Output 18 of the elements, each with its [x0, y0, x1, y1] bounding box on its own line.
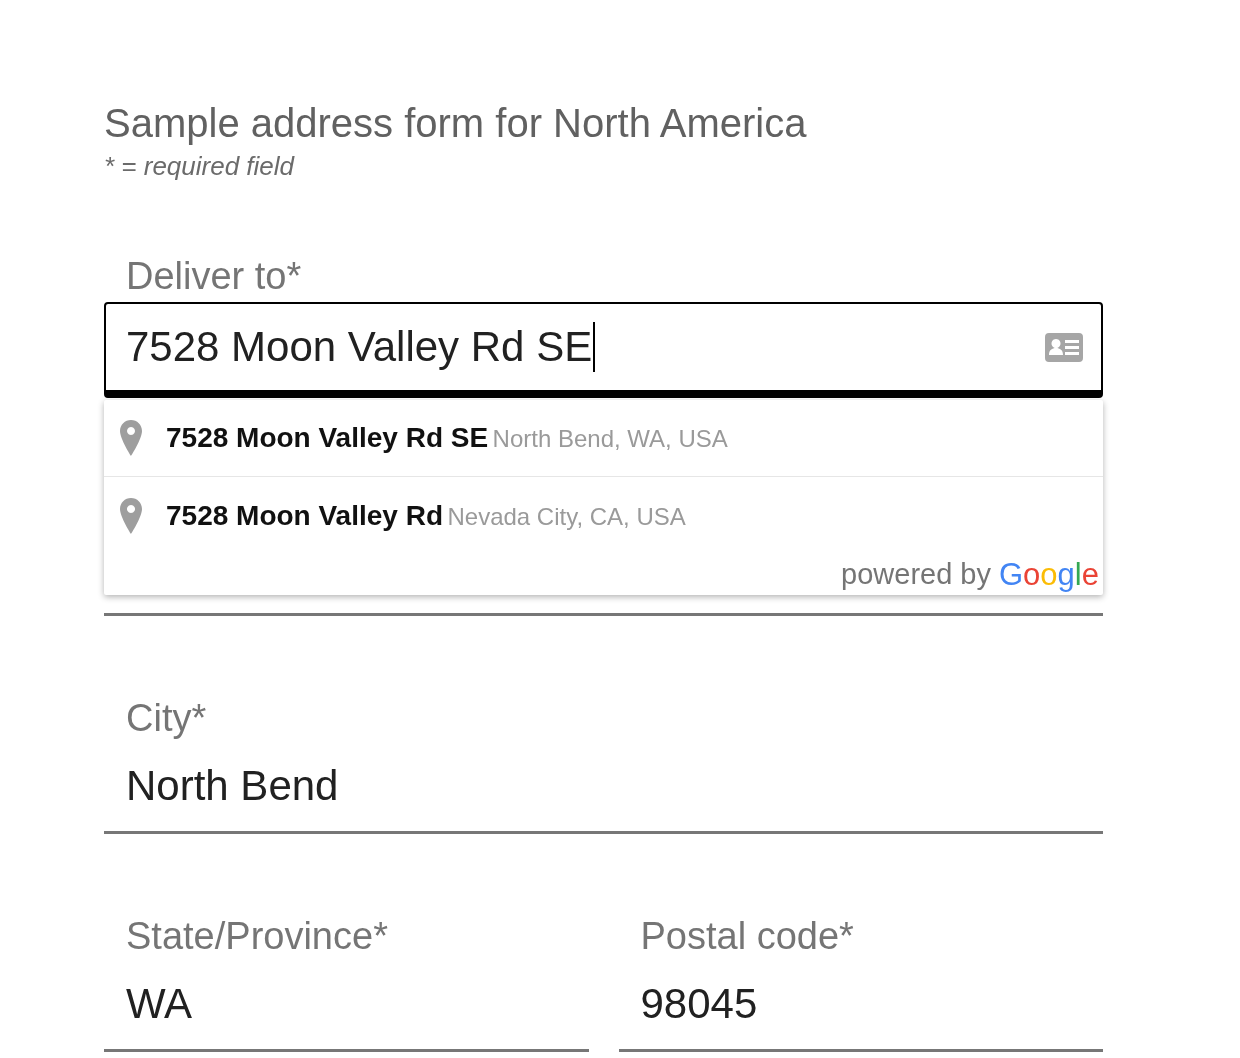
text-input[interactable]: WA — [104, 979, 589, 1052]
form-title: Sample address form for North America — [104, 100, 807, 147]
field-label: Deliver to* — [126, 254, 302, 298]
text-input[interactable]: North Bend — [104, 761, 1103, 834]
required-field-note: * = required field — [104, 151, 295, 181]
suggestion-item[interactable]: 7528 Moon Valley Rd Nevada City, CA, USA — [104, 477, 1103, 554]
text-input[interactable]: 98045 — [618, 979, 1103, 1052]
location-pin-icon — [120, 497, 142, 534]
brand-logo: Google — [999, 556, 1099, 593]
field-label: State/Province* — [126, 914, 388, 958]
contact-card-icon[interactable] — [1045, 332, 1083, 362]
attribution-text: powered by — [841, 558, 991, 591]
location-pin-icon — [120, 420, 142, 456]
field-label: Postal code* — [640, 914, 854, 958]
field-label: City* — [126, 696, 207, 740]
address-input[interactable]: 7528 Moon Valley Rd SE — [104, 302, 1103, 398]
text-cursor-icon — [593, 322, 596, 372]
suggestion-item[interactable]: 7528 Moon Valley Rd SE North Bend, WA, USA — [104, 400, 1103, 477]
